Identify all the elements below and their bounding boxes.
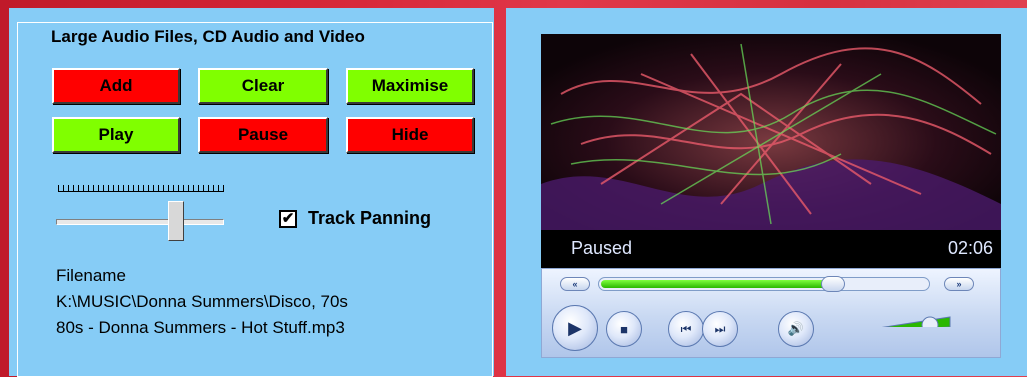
seek-bar[interactable] [598,276,930,292]
fast-forward-icon[interactable]: » [944,277,974,291]
filename-path-line1: K:\MUSIC\Donna Summers\Disco, 70s [56,292,348,311]
mute-icon[interactable]: 🔊 [778,311,814,347]
track-panning-label: Track Panning [308,208,432,228]
stop-icon[interactable]: ■ [606,311,642,347]
pan-slider-thumb[interactable] [168,201,184,241]
visualization-image [541,34,1001,230]
track-panning-checkbox[interactable]: ✔ [279,210,297,228]
previous-icon[interactable]: ⏮ [668,311,704,347]
maximise-button[interactable]: Maximise [346,68,474,104]
play-icon[interactable]: ▶ [552,305,598,351]
slider-ticks [58,185,224,192]
filename-caption: Filename [56,266,126,285]
next-icon[interactable]: ⏭ [702,311,738,347]
player-controls: « » ▶ ■ ⏮ ⏭ 🔊 [541,268,1001,358]
play-button[interactable]: Play [52,117,180,153]
filename-path-line2: 80s - Donna Summers - Hot Stuff.mp3 [56,318,345,337]
hide-button[interactable]: Hide [346,117,474,153]
pause-button[interactable]: Pause [198,117,328,153]
visualization-display[interactable] [541,34,1001,230]
status-bar: Paused 02:06 [541,230,1001,268]
volume-slider[interactable] [844,313,952,327]
playback-status: Paused [571,238,633,258]
group-title: Large Audio Files, CD Audio and Video [48,27,368,47]
seek-thumb[interactable] [821,276,845,292]
add-button[interactable]: Add [52,68,180,104]
clear-button[interactable]: Clear [198,68,328,104]
seek-progress-fill [601,280,837,288]
rewind-icon[interactable]: « [560,277,590,291]
pan-slider-track[interactable] [56,219,224,225]
elapsed-time: 02:06 [947,238,993,258]
